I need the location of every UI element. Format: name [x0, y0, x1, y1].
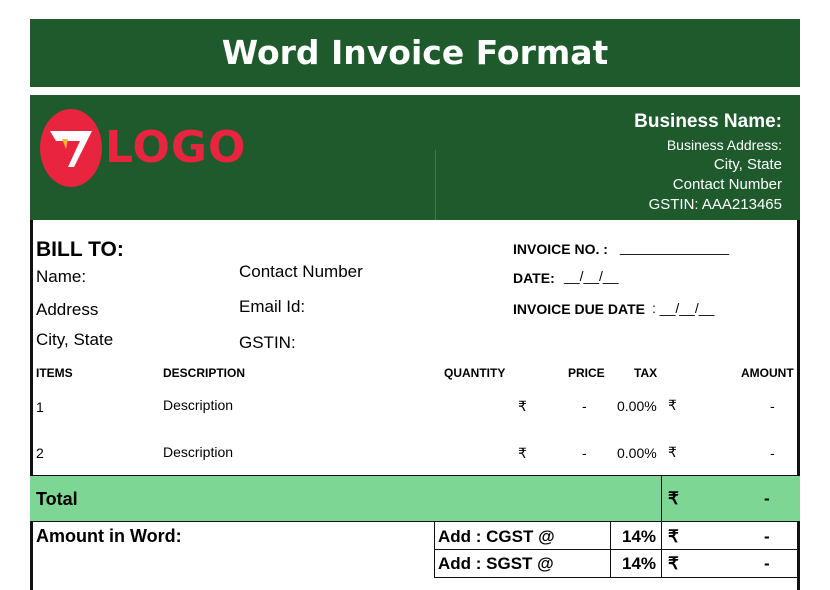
bill-to-address: Address — [36, 300, 99, 319]
total-amount: - — [764, 489, 770, 508]
cgst-currency: ₹ — [668, 527, 679, 546]
header-amount: AMOUNT — [741, 366, 794, 380]
header-divider — [435, 150, 436, 220]
bill-to-contact: Contact Number — [239, 262, 363, 281]
date-label: DATE: — [513, 270, 555, 286]
logo-text: LOGO — [105, 122, 247, 173]
row-1-price: - — [582, 398, 587, 414]
total-currency-divider — [661, 475, 662, 578]
bill-to-city: City, State — [36, 330, 114, 349]
total-row — [30, 475, 800, 522]
bill-to-email: Email Id: — [239, 297, 306, 316]
row-2-currency: ₹ — [518, 445, 527, 461]
total-currency: ₹ — [668, 489, 679, 508]
business-city: City, State — [713, 156, 782, 173]
row-2-tax: 0.00% — [617, 445, 657, 461]
tax-rate-divider — [610, 522, 611, 578]
row-2-amount: - — [770, 445, 775, 461]
cgst-label: Add : CGST @ — [438, 527, 555, 546]
invoice-no-value: ______________ — [620, 239, 730, 255]
page-title: Word Invoice Format — [221, 33, 609, 72]
cgst-rate: 14% — [622, 527, 657, 546]
sgst-label: Add : SGST @ — [438, 554, 554, 573]
business-contact: Contact Number — [672, 176, 782, 193]
date-value: __/__/__ — [564, 268, 619, 284]
bill-to-name: Name: — [36, 267, 87, 286]
title-banner: Word Invoice Format — [30, 19, 800, 87]
row-2-price: - — [582, 445, 587, 461]
amount-in-word-label: Amount in Word: — [36, 526, 182, 546]
row-1-amount: - — [770, 398, 775, 414]
row-1-currency: ₹ — [518, 398, 527, 414]
row-1-currency-2: ₹ — [668, 397, 677, 413]
header-price: PRICE — [568, 366, 605, 380]
sgst-rate: 14% — [622, 554, 657, 573]
logo-mark-icon — [50, 131, 92, 167]
sgst-amount: - — [764, 554, 770, 573]
header-items: ITEMS — [36, 366, 73, 380]
header-description: DESCRIPTION — [163, 366, 246, 380]
row-2-currency-2: ₹ — [668, 444, 677, 460]
tax-box-left-border — [434, 522, 435, 578]
row-1-description: Description — [163, 397, 234, 413]
tax-row-divider — [434, 549, 800, 550]
invoice-no-label: INVOICE NO. : — [513, 241, 608, 257]
sgst-currency: ₹ — [668, 554, 679, 573]
business-address: Business Address: — [666, 137, 782, 153]
bill-to-gstin: GSTIN: — [239, 333, 296, 352]
header-quantity: QUANTITY — [444, 366, 506, 380]
due-date-value: : __/__/__ — [652, 300, 715, 316]
header-tax: TAX — [634, 366, 658, 380]
business-name: Business Name: — [634, 111, 782, 132]
bill-to-heading: BILL TO: — [36, 238, 124, 261]
row-1-item: 1 — [36, 399, 44, 415]
row-1-tax: 0.00% — [617, 398, 657, 414]
logo-icon — [40, 109, 102, 187]
business-gstin: GSTIN: AAA213465 — [648, 196, 782, 213]
total-label: Total — [36, 489, 78, 509]
tax-box-bottom-border — [434, 577, 800, 578]
row-2-item: 2 — [36, 445, 44, 461]
due-date-label: INVOICE DUE DATE — [513, 301, 645, 317]
row-2-description: Description — [163, 444, 234, 460]
cgst-amount: - — [764, 527, 770, 546]
